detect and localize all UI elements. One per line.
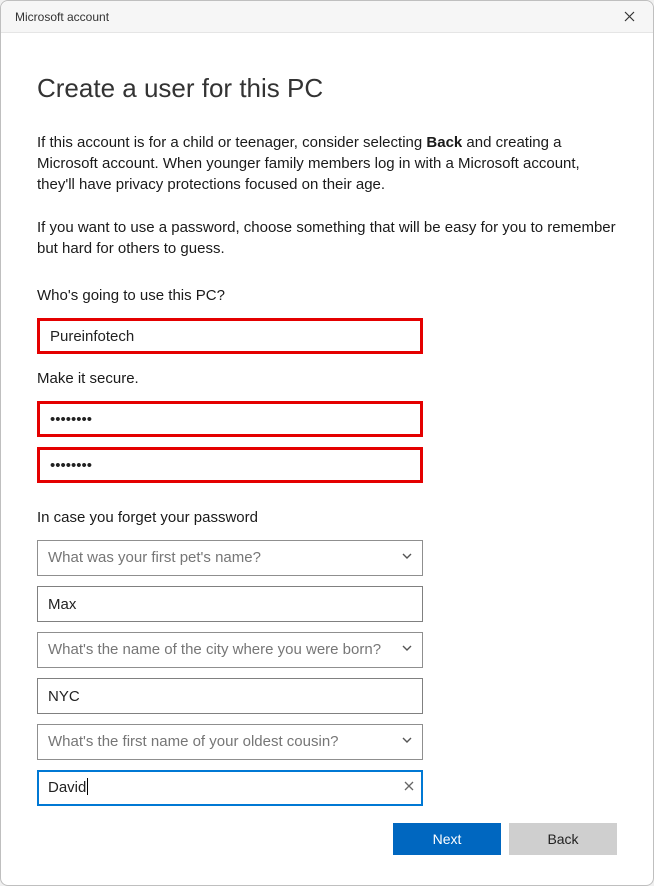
confirm-password-input[interactable] [37, 447, 423, 483]
intro-text-2: If you want to use a password, choose so… [37, 217, 617, 259]
back-button[interactable]: Back [509, 823, 617, 855]
window-title: Microsoft account [15, 10, 109, 24]
security-question-1-select[interactable]: What was your first pet's name? [37, 540, 423, 576]
close-button[interactable] [615, 3, 643, 31]
security-question-3-text: What's the first name of your oldest cou… [37, 724, 423, 760]
next-button[interactable]: Next [393, 823, 501, 855]
security-question-2-select[interactable]: What's the name of the city where you we… [37, 632, 423, 668]
password-input[interactable] [37, 401, 423, 437]
security-answer-3-input[interactable]: David [37, 770, 423, 806]
footer-buttons: Next Back [393, 823, 617, 855]
security-answer-3-value: David [48, 779, 86, 796]
section-secure-label: Make it secure. [37, 370, 617, 387]
security-answer-2-input[interactable] [37, 678, 423, 714]
security-question-2-text: What's the name of the city where you we… [37, 632, 423, 668]
intro-text-1: If this account is for a child or teenag… [37, 132, 617, 195]
username-input[interactable] [37, 318, 423, 354]
close-icon [403, 780, 415, 792]
security-question-3-select[interactable]: What's the first name of your oldest cou… [37, 724, 423, 760]
security-answer-3-wrap: David [37, 770, 423, 806]
clear-input-button[interactable] [403, 779, 415, 797]
titlebar: Microsoft account [1, 1, 653, 33]
page-title: Create a user for this PC [37, 73, 617, 104]
security-question-1-text: What was your first pet's name? [37, 540, 423, 576]
dialog-content: Create a user for this PC If this accoun… [1, 33, 653, 885]
intro-bold: Back [426, 134, 462, 151]
intro-part1: If this account is for a child or teenag… [37, 134, 426, 151]
close-icon [624, 11, 635, 22]
dialog-window: Microsoft account Create a user for this… [0, 0, 654, 886]
section-forget-label: In case you forget your password [37, 509, 617, 526]
section-user-label: Who's going to use this PC? [37, 287, 617, 304]
security-answer-1-input[interactable] [37, 586, 423, 622]
